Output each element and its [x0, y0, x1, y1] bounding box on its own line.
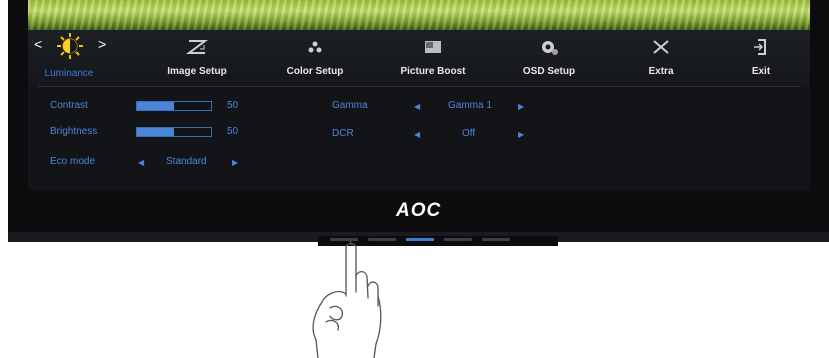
color-setup-icon — [260, 38, 370, 60]
brightness-slider[interactable] — [136, 127, 212, 137]
tab-luminance-label: Luminance — [44, 68, 94, 79]
dcr-value[interactable]: Off — [462, 128, 475, 139]
brightness-value: 50 — [227, 126, 239, 137]
exit-icon — [706, 38, 810, 60]
eco-mode-value[interactable]: Standard — [166, 156, 207, 167]
tab-image-setup[interactable]: Image Setup — [142, 38, 252, 77]
tab-picture-boost-label: Picture Boost — [400, 66, 466, 77]
monitor-button-4[interactable] — [444, 238, 472, 241]
brightness-label: Brightness — [50, 126, 98, 137]
osd-menu: < > Luminance Image Setup Color Setup Pi… — [28, 30, 810, 190]
tab-color-setup[interactable]: Color Setup — [260, 38, 370, 77]
dcr-label: DCR — [332, 128, 354, 139]
pointing-hand-icon — [312, 240, 382, 358]
eco-mode-left-arrow[interactable]: ◀ — [138, 158, 144, 167]
tab-extra-label: Extra — [648, 66, 674, 77]
desktop-wallpaper — [28, 0, 810, 30]
dcr-left-arrow[interactable]: ◀ — [414, 130, 420, 139]
tab-luminance[interactable]: Luminance — [28, 68, 124, 79]
tab-image-setup-label: Image Setup — [167, 66, 227, 77]
tab-extra[interactable]: Extra — [606, 38, 716, 77]
monitor-screen: < > Luminance Image Setup Color Setup Pi… — [28, 0, 810, 190]
picture-boost-icon — [378, 38, 488, 60]
gamma-right-arrow[interactable]: ▶ — [518, 102, 524, 111]
tab-picture-boost[interactable]: Picture Boost — [378, 38, 488, 77]
contrast-slider[interactable] — [136, 101, 212, 111]
tab-osd-setup[interactable]: OSD Setup — [494, 38, 604, 77]
contrast-value: 50 — [227, 100, 239, 111]
tab-osd-setup-label: OSD Setup — [522, 66, 576, 77]
monitor-button-menu[interactable] — [406, 238, 434, 241]
monitor-button-5[interactable] — [482, 238, 510, 241]
gamma-value[interactable]: Gamma 1 — [448, 100, 492, 111]
tab-exit[interactable]: Exit — [706, 38, 810, 77]
tab-color-setup-label: Color Setup — [286, 66, 344, 77]
image-setup-icon — [142, 38, 252, 60]
gamma-label: Gamma — [332, 100, 368, 111]
osd-menu-bar: < > Luminance Image Setup Color Setup Pi… — [28, 30, 810, 86]
dcr-right-arrow[interactable]: ▶ — [518, 130, 524, 139]
eco-mode-right-arrow[interactable]: ▶ — [232, 158, 238, 167]
tab-exit-label: Exit — [751, 66, 771, 77]
brightness-slider-fill — [137, 128, 174, 136]
contrast-slider-fill — [137, 102, 174, 110]
sun-icon[interactable] — [56, 32, 84, 60]
osd-setup-icon — [494, 38, 604, 60]
contrast-label: Contrast — [50, 100, 88, 111]
nav-left-arrow[interactable]: < — [34, 36, 42, 52]
eco-mode-label: Eco mode — [50, 156, 96, 167]
menu-divider — [38, 86, 800, 87]
aoc-logo: AOC — [396, 200, 442, 221]
tools-icon — [606, 38, 716, 60]
gamma-left-arrow[interactable]: ◀ — [414, 102, 420, 111]
nav-right-arrow[interactable]: > — [98, 36, 106, 52]
